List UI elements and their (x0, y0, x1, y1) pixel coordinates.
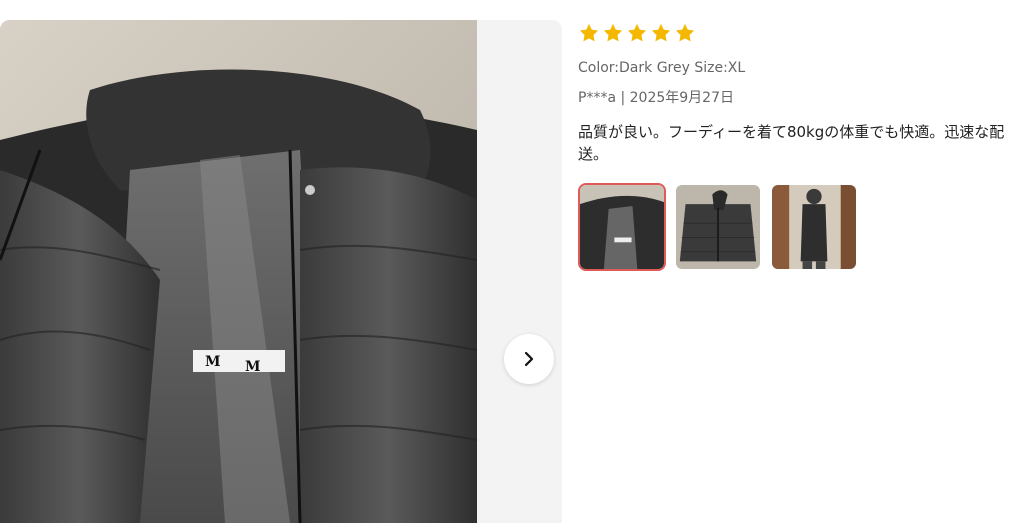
star-rating (578, 20, 1018, 46)
review-panel: Color:Dark Grey Size:XL P***a | 2025年9月2… (578, 20, 1018, 271)
thumbnail-1[interactable] (578, 183, 666, 271)
thumbnail-strip (578, 183, 1018, 271)
star-icon (627, 23, 647, 42)
size-label-m1: M (205, 354, 221, 370)
thumbnail-3[interactable] (770, 183, 858, 271)
author-date: P***a | 2025年9月27日 (578, 90, 734, 106)
next-image-button[interactable] (504, 334, 554, 384)
thumbnail-2[interactable] (674, 183, 762, 271)
size-label-m2: M (245, 359, 261, 375)
thumbnail-image (676, 185, 760, 269)
image-viewer: M M (0, 20, 562, 523)
star-icon (579, 23, 599, 42)
star-icon (675, 23, 695, 42)
star-icon (603, 23, 623, 42)
variant-info: Color:Dark Grey Size:XL (578, 60, 746, 76)
chevron-right-icon (524, 351, 534, 367)
review-photo: M M (0, 20, 477, 523)
review-text: 品質が良い。フーディーを着て80kgの体重でも快適。迅速な配送。 (578, 123, 1005, 163)
jacket-image: M M (0, 20, 477, 523)
thumbnail-image (580, 185, 664, 269)
thumbnail-image (772, 185, 856, 269)
star-icon (651, 23, 671, 42)
